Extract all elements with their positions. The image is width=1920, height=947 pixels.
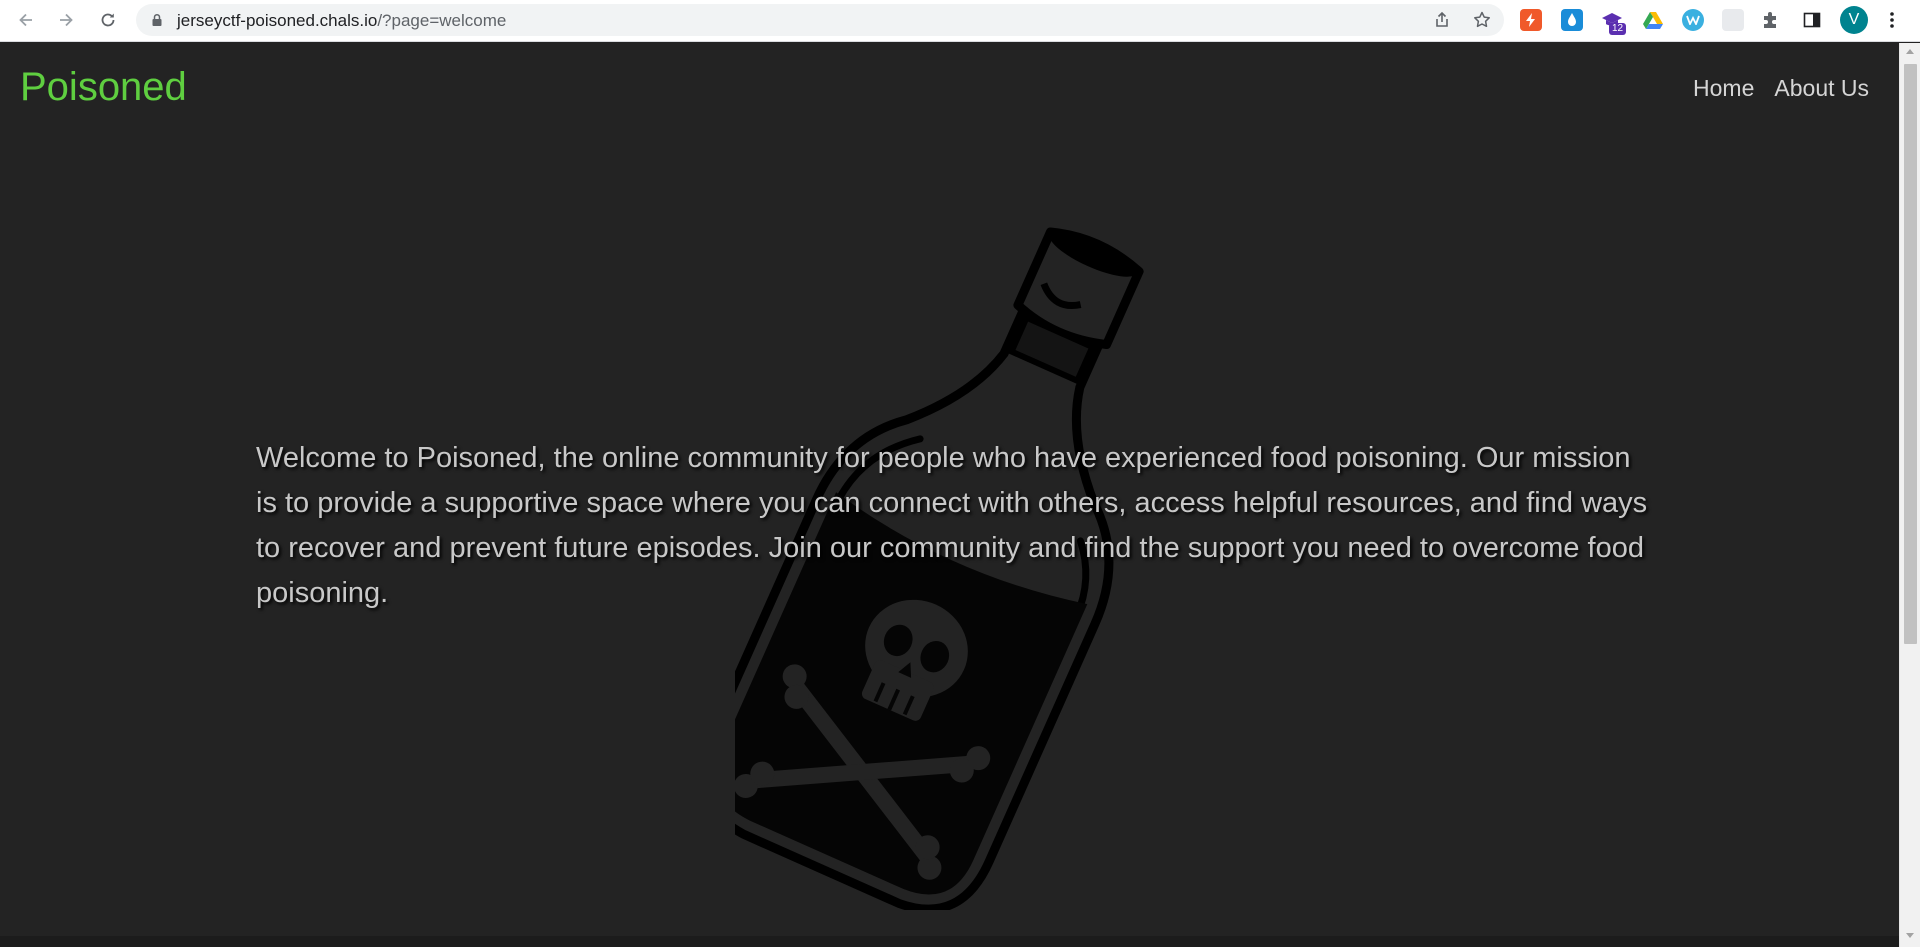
profile-avatar[interactable]: V xyxy=(1840,6,1868,34)
forward-button[interactable] xyxy=(54,8,78,32)
back-arrow-icon xyxy=(19,13,32,27)
back-button[interactable] xyxy=(14,8,38,32)
extension-6-icon[interactable] xyxy=(1722,9,1744,31)
w-icon xyxy=(1686,15,1700,25)
address-bar[interactable]: jerseyctf-poisoned.chals.io/?page=welcom… xyxy=(136,4,1504,36)
top-nav: Home About Us xyxy=(1693,75,1869,102)
puzzle-icon[interactable] xyxy=(1761,10,1781,30)
nav-link-home[interactable]: Home xyxy=(1693,75,1754,102)
bolt-icon xyxy=(1526,13,1535,27)
reload-icon xyxy=(101,13,115,27)
scrollbar-thumb[interactable] xyxy=(1904,64,1917,644)
scroll-down-arrow-icon[interactable] xyxy=(1906,933,1914,938)
vertical-scrollbar[interactable] xyxy=(1899,43,1920,947)
page-content: Poisoned Home About Us Welcome to Poison… xyxy=(0,43,1899,936)
extension-5-icon[interactable] xyxy=(1682,9,1704,31)
forward-arrow-icon xyxy=(60,13,73,27)
star-icon[interactable] xyxy=(1472,10,1492,30)
url-text: jerseyctf-poisoned.chals.io/?page=welcom… xyxy=(177,11,506,31)
lock-icon xyxy=(152,13,162,26)
reload-button[interactable] xyxy=(96,8,120,32)
scroll-up-arrow-icon[interactable] xyxy=(1906,49,1914,54)
extension-2-icon[interactable] xyxy=(1561,9,1583,31)
welcome-message: Welcome to Poisoned, the online communit… xyxy=(256,442,1648,609)
browser-toolbar: jerseyctf-poisoned.chals.io/?page=welcom… xyxy=(0,0,1920,42)
extension-1-icon[interactable] xyxy=(1520,9,1542,31)
kebab-menu-icon[interactable] xyxy=(1886,10,1898,30)
drive-icon xyxy=(1643,12,1663,29)
drop-icon xyxy=(1568,13,1576,26)
share-icon[interactable] xyxy=(1432,10,1452,30)
nav-link-about-us[interactable]: About Us xyxy=(1774,75,1869,102)
url-path: /?page=welcome xyxy=(377,11,507,30)
url-host: jerseyctf-poisoned.chals.io xyxy=(177,11,378,30)
side-panel-icon[interactable] xyxy=(1802,10,1822,30)
extension-badge: 12 xyxy=(1609,23,1627,35)
site-brand[interactable]: Poisoned xyxy=(20,65,187,110)
extension-4-icon[interactable] xyxy=(1642,9,1664,31)
page-bottom-edge xyxy=(0,936,1920,947)
